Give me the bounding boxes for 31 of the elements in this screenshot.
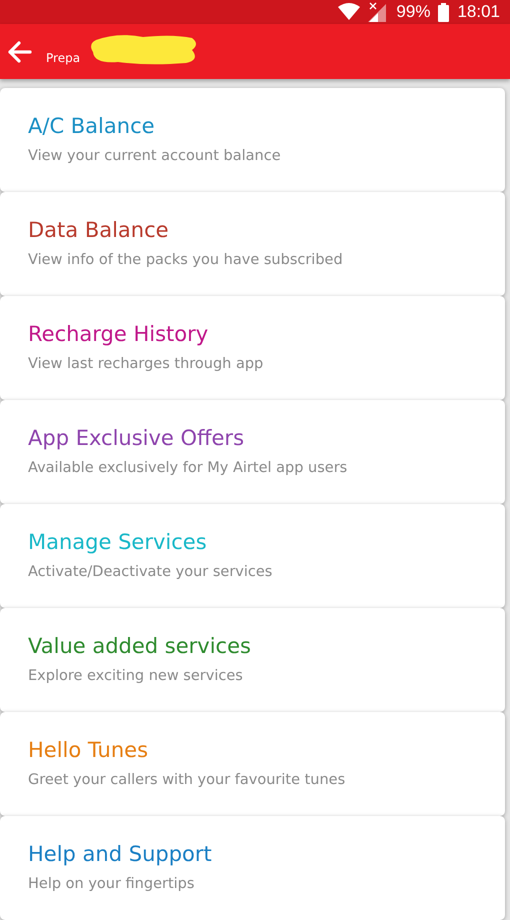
signal-icon xyxy=(368,2,388,22)
menu-title: Value added services xyxy=(28,634,251,658)
menu-description: Available exclusively for My Airtel app users xyxy=(28,460,348,476)
menu-card[interactable]: A/C Balance View your current account balance xyxy=(0,88,505,192)
menu-description: Activate/Deactivate your services xyxy=(28,564,272,580)
menu-title: App Exclusive Offers xyxy=(28,426,244,450)
menu-title: Manage Services xyxy=(28,530,207,554)
battery-icon xyxy=(438,2,450,22)
menu-title: Help and Support xyxy=(28,842,212,866)
menu-card[interactable]: App Exclusive Offers Available exclusively for My Airtel app users xyxy=(0,400,505,504)
menu-title: Hello Tunes xyxy=(28,738,148,762)
wifi-icon xyxy=(338,3,360,22)
menu-card[interactable]: Recharge History View last recharges through app xyxy=(0,296,505,400)
menu-description: Greet your callers with your favourite tunes xyxy=(28,772,346,788)
menu-card[interactable]: Value added services Explore exciting new services xyxy=(0,608,505,712)
menu-card[interactable]: Help and Support Help on your fingertips xyxy=(0,816,505,920)
battery-percent: 99% xyxy=(396,2,430,22)
header-subtitle: Prepa xyxy=(46,51,80,65)
menu-card[interactable]: Hello Tunes Greet your callers with your favourite tunes xyxy=(0,712,505,816)
status-time: 18:01 xyxy=(457,2,500,22)
menu-description: Help on your fingertips xyxy=(28,876,194,892)
menu-description: View your current account balance xyxy=(28,148,281,164)
menu-description: View info of the packs you have subscribed xyxy=(28,252,343,268)
menu-title: Data Balance xyxy=(28,218,169,242)
back-icon[interactable] xyxy=(6,38,32,65)
menu-title: Recharge History xyxy=(28,322,208,346)
menu-card[interactable]: Manage Services Activate/Deactivate your services xyxy=(0,504,505,608)
menu-description: Explore exciting new services xyxy=(28,668,243,684)
menu-description: View last recharges through app xyxy=(28,356,264,372)
menu-card[interactable]: Data Balance View info of the packs you have subscribed xyxy=(0,192,505,296)
menu-title: A/C Balance xyxy=(28,114,155,138)
